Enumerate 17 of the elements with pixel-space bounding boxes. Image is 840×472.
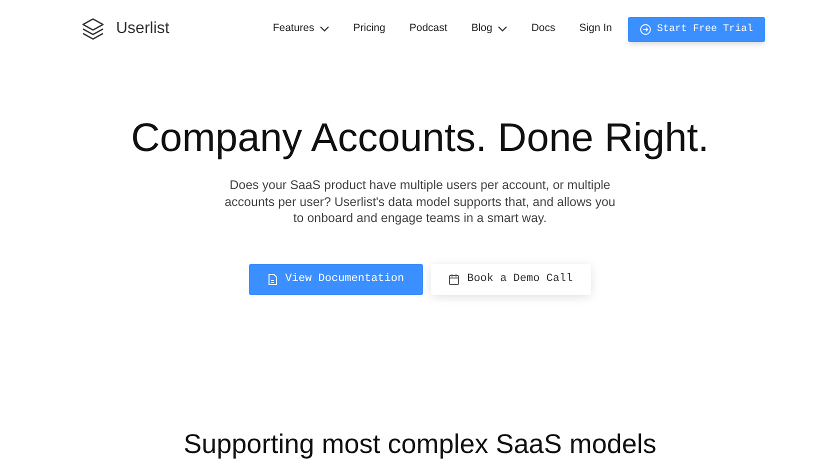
layers-logo-icon[interactable] — [81, 17, 105, 41]
nav-link[interactable]: Podcast — [409, 21, 448, 37]
nav-menu-link[interactable]: Blog — [471, 21, 508, 37]
nav-link[interactable]: Docs — [531, 21, 556, 37]
book-demo-button[interactable]: Book a Demo Call — [431, 264, 591, 294]
chevron-down-icon — [498, 26, 508, 32]
hero-heading: Company Accounts. Done Right. — [130, 115, 710, 162]
hero-description: Does your SaaS product have multiple users per account, or multiple accounts per user? Userlist's data model supports that, and allows you to onboard and engage teams in a smart way. — [224, 177, 616, 226]
nav-link[interactable]: Sign In — [579, 21, 612, 37]
brand-name[interactable]: Userlist — [116, 17, 170, 41]
nav-link[interactable]: Pricing — [353, 21, 386, 37]
document-icon — [268, 274, 278, 284]
arrow-circle-icon — [640, 24, 651, 34]
chevron-down-icon — [320, 26, 330, 32]
calendar-icon — [449, 274, 460, 284]
section-heading: Supporting most complex SaaS models — [184, 428, 656, 460]
nav-menu-link[interactable]: Features — [272, 21, 330, 37]
